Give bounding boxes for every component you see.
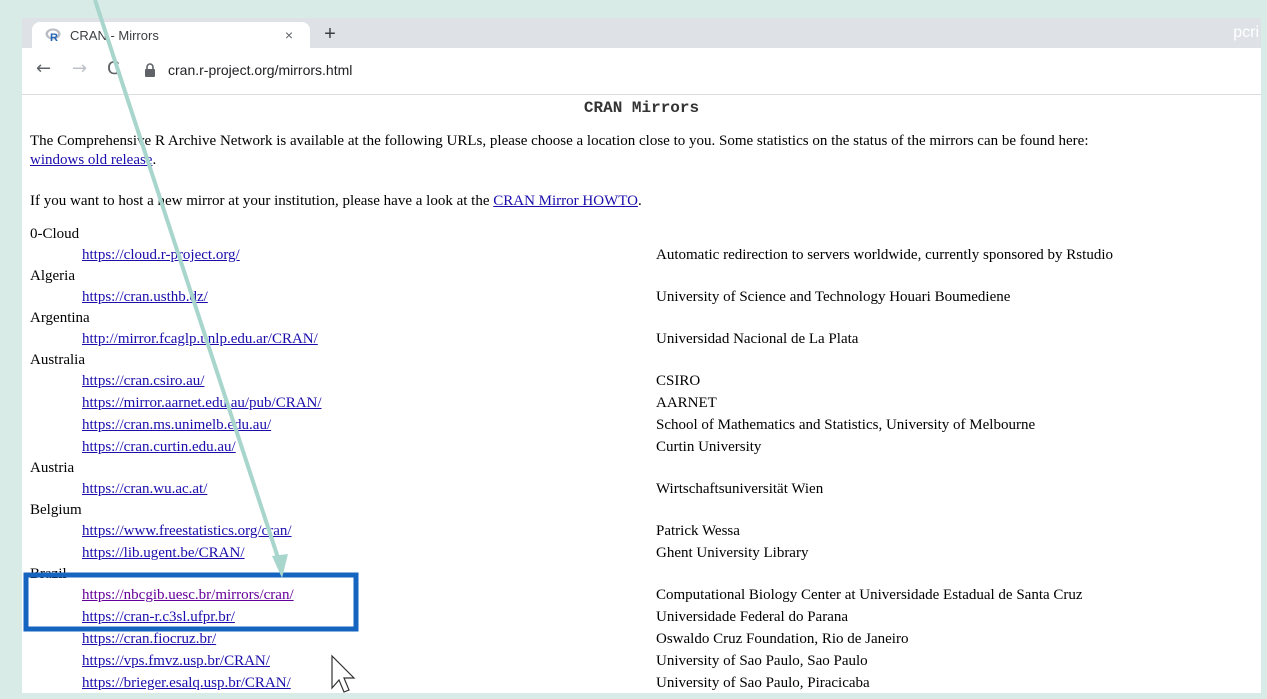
howto-text: If you want to host a new mirror at your… [30,193,490,209]
mirror-link[interactable]: https://cran.wu.ac.at/ [82,478,207,500]
tab-bar: R CRAN - Mirrors × + pcri [22,18,1261,48]
mirror-link[interactable]: https://lib.ugent.be/CRAN/ [82,542,245,564]
mirror-row: https://cran.fiocruz.br/Oswaldo Cruz Fou… [30,628,1260,650]
mirror-row: https://cran.wu.ac.at/Wirtschaftsunivers… [30,478,1260,500]
mirror-row: https://cloud.r-project.org/Automatic re… [30,244,1260,266]
intro-text: The Comprehensive R Archive Network is a… [30,133,1089,149]
mirror-description: Wirtschaftsuniversität Wien [656,481,824,497]
mirror-description: Automatic redirection to servers worldwi… [656,247,1113,263]
intro-period: . [152,152,157,168]
mirror-link[interactable]: https://cran.curtin.edu.au/ [82,436,236,458]
country-heading: Brazil [30,566,67,582]
page-title: CRAN Mirrors [583,99,700,117]
cran-mirror-howto-link[interactable]: CRAN Mirror HOWTO [493,193,638,209]
mirror-link[interactable]: https://www.freestatistics.org/cran/ [82,520,292,542]
howto-period: . [637,193,642,209]
mirror-description: Universidad Nacional de La Plata [656,331,859,347]
mirror-description: CSIRO [656,373,701,389]
mirror-link[interactable]: https://nbcgib.uesc.br/mirrors/cran/ [82,584,294,606]
windows-old-release-link[interactable]: windows old release [30,152,152,168]
mirror-link[interactable]: https://cran.ms.unimelb.edu.au/ [82,414,271,436]
mirror-description: Patrick Wessa [656,523,740,539]
r-logo-icon: R [44,26,62,44]
mirror-row: https://cran.usthb.dz/University of Scie… [30,286,1260,308]
mirror-row: https://brieger.esalq.usp.br/CRAN/Univer… [30,672,1260,693]
mirror-link[interactable]: https://cran.usthb.dz/ [82,286,208,308]
mirror-description: Curtin University [656,439,762,455]
frame-right [1261,0,1267,699]
howto-paragraph: If you want to host a new mirror at your… [30,193,642,210]
mirror-link[interactable]: https://cran.fiocruz.br/ [82,628,216,650]
browser-window: R CRAN - Mirrors × + pcri ← → C cran.r-p… [22,18,1261,693]
mirror-description: Computational Biology Center at Universi… [656,587,1083,603]
new-tab-button[interactable]: + [318,22,342,46]
country-heading: Argentina [30,310,90,326]
mirror-row: http://mirror.fcaglp.unlp.edu.ar/CRAN/Un… [30,328,1260,350]
browser-toolbar: ← → C cran.r-project.org/mirrors.html [22,48,1261,95]
mirror-row: https://vps.fmvz.usp.br/CRAN/University … [30,650,1260,672]
mirror-row: https://mirror.aarnet.edu.au/pub/CRAN/AA… [30,392,1260,414]
tab-cran-mirrors[interactable]: R CRAN - Mirrors × [32,22,310,48]
mirror-description: University of Sao Paulo, Piracicaba [656,675,870,691]
frame-left [0,0,22,699]
profile-label: pcri [1233,24,1259,41]
mirror-row: https://lib.ugent.be/CRAN/Ghent Universi… [30,542,1260,564]
mirror-description: Oswaldo Cruz Foundation, Rio de Janeiro [656,631,909,647]
tab-title: CRAN - Mirrors [70,27,159,43]
mirror-link[interactable]: https://mirror.aarnet.edu.au/pub/CRAN/ [82,392,322,414]
address-bar[interactable]: cran.r-project.org/mirrors.html [142,55,1252,85]
mirror-row: https://cran.csiro.au/CSIRO [30,370,1260,392]
frame-bottom [0,693,1267,699]
mirror-link[interactable]: https://brieger.esalq.usp.br/CRAN/ [82,672,291,693]
country-heading: Austria [30,460,75,476]
country-heading: Belgium [30,502,82,518]
url-text: cran.r-project.org/mirrors.html [168,62,353,78]
mirror-link[interactable]: https://vps.fmvz.usp.br/CRAN/ [82,650,270,672]
reload-icon[interactable]: C [107,58,120,79]
mirror-description: Ghent University Library [656,545,809,561]
lock-icon [142,62,158,78]
svg-text:R: R [50,32,58,42]
mirror-description: University of Science and Technology Hou… [656,289,1011,305]
country-heading: Algeria [30,268,75,284]
country-heading: 0-Cloud [30,226,80,242]
forward-arrow-icon[interactable]: → [72,58,87,79]
back-arrow-icon[interactable]: ← [36,58,51,79]
mirror-link[interactable]: http://mirror.fcaglp.unlp.edu.ar/CRAN/ [82,328,318,350]
mirror-row: https://www.freestatistics.org/cran/Patr… [30,520,1260,542]
country-heading: Australia [30,352,85,368]
mirror-description: Universidade Federal do Parana [656,609,849,625]
close-tab-icon[interactable]: × [280,27,298,43]
mirror-link[interactable]: https://cran-r.c3sl.ufpr.br/ [82,606,235,628]
mirror-link[interactable]: https://cran.csiro.au/ [82,370,204,392]
mirror-list: 0-Cloud https://cloud.r-project.org/Autom… [30,224,1260,693]
mirror-row: https://cran-r.c3sl.ufpr.br/Universidade… [30,606,1260,628]
frame-top [0,0,1267,18]
mirror-link[interactable]: https://cloud.r-project.org/ [82,244,240,266]
mirror-row: https://cran.curtin.edu.au/Curtin Univer… [30,436,1260,458]
mirror-description: University of Sao Paulo, Sao Paulo [656,653,868,669]
mirror-row: https://nbcgib.uesc.br/mirrors/cran/Comp… [30,584,1260,606]
intro-paragraph: The Comprehensive R Archive Network is a… [30,132,1261,170]
mirror-description: AARNET [656,395,717,411]
mirror-row: https://cran.ms.unimelb.edu.au/School of… [30,414,1260,436]
mirror-description: School of Mathematics and Statistics, Un… [656,417,1036,433]
